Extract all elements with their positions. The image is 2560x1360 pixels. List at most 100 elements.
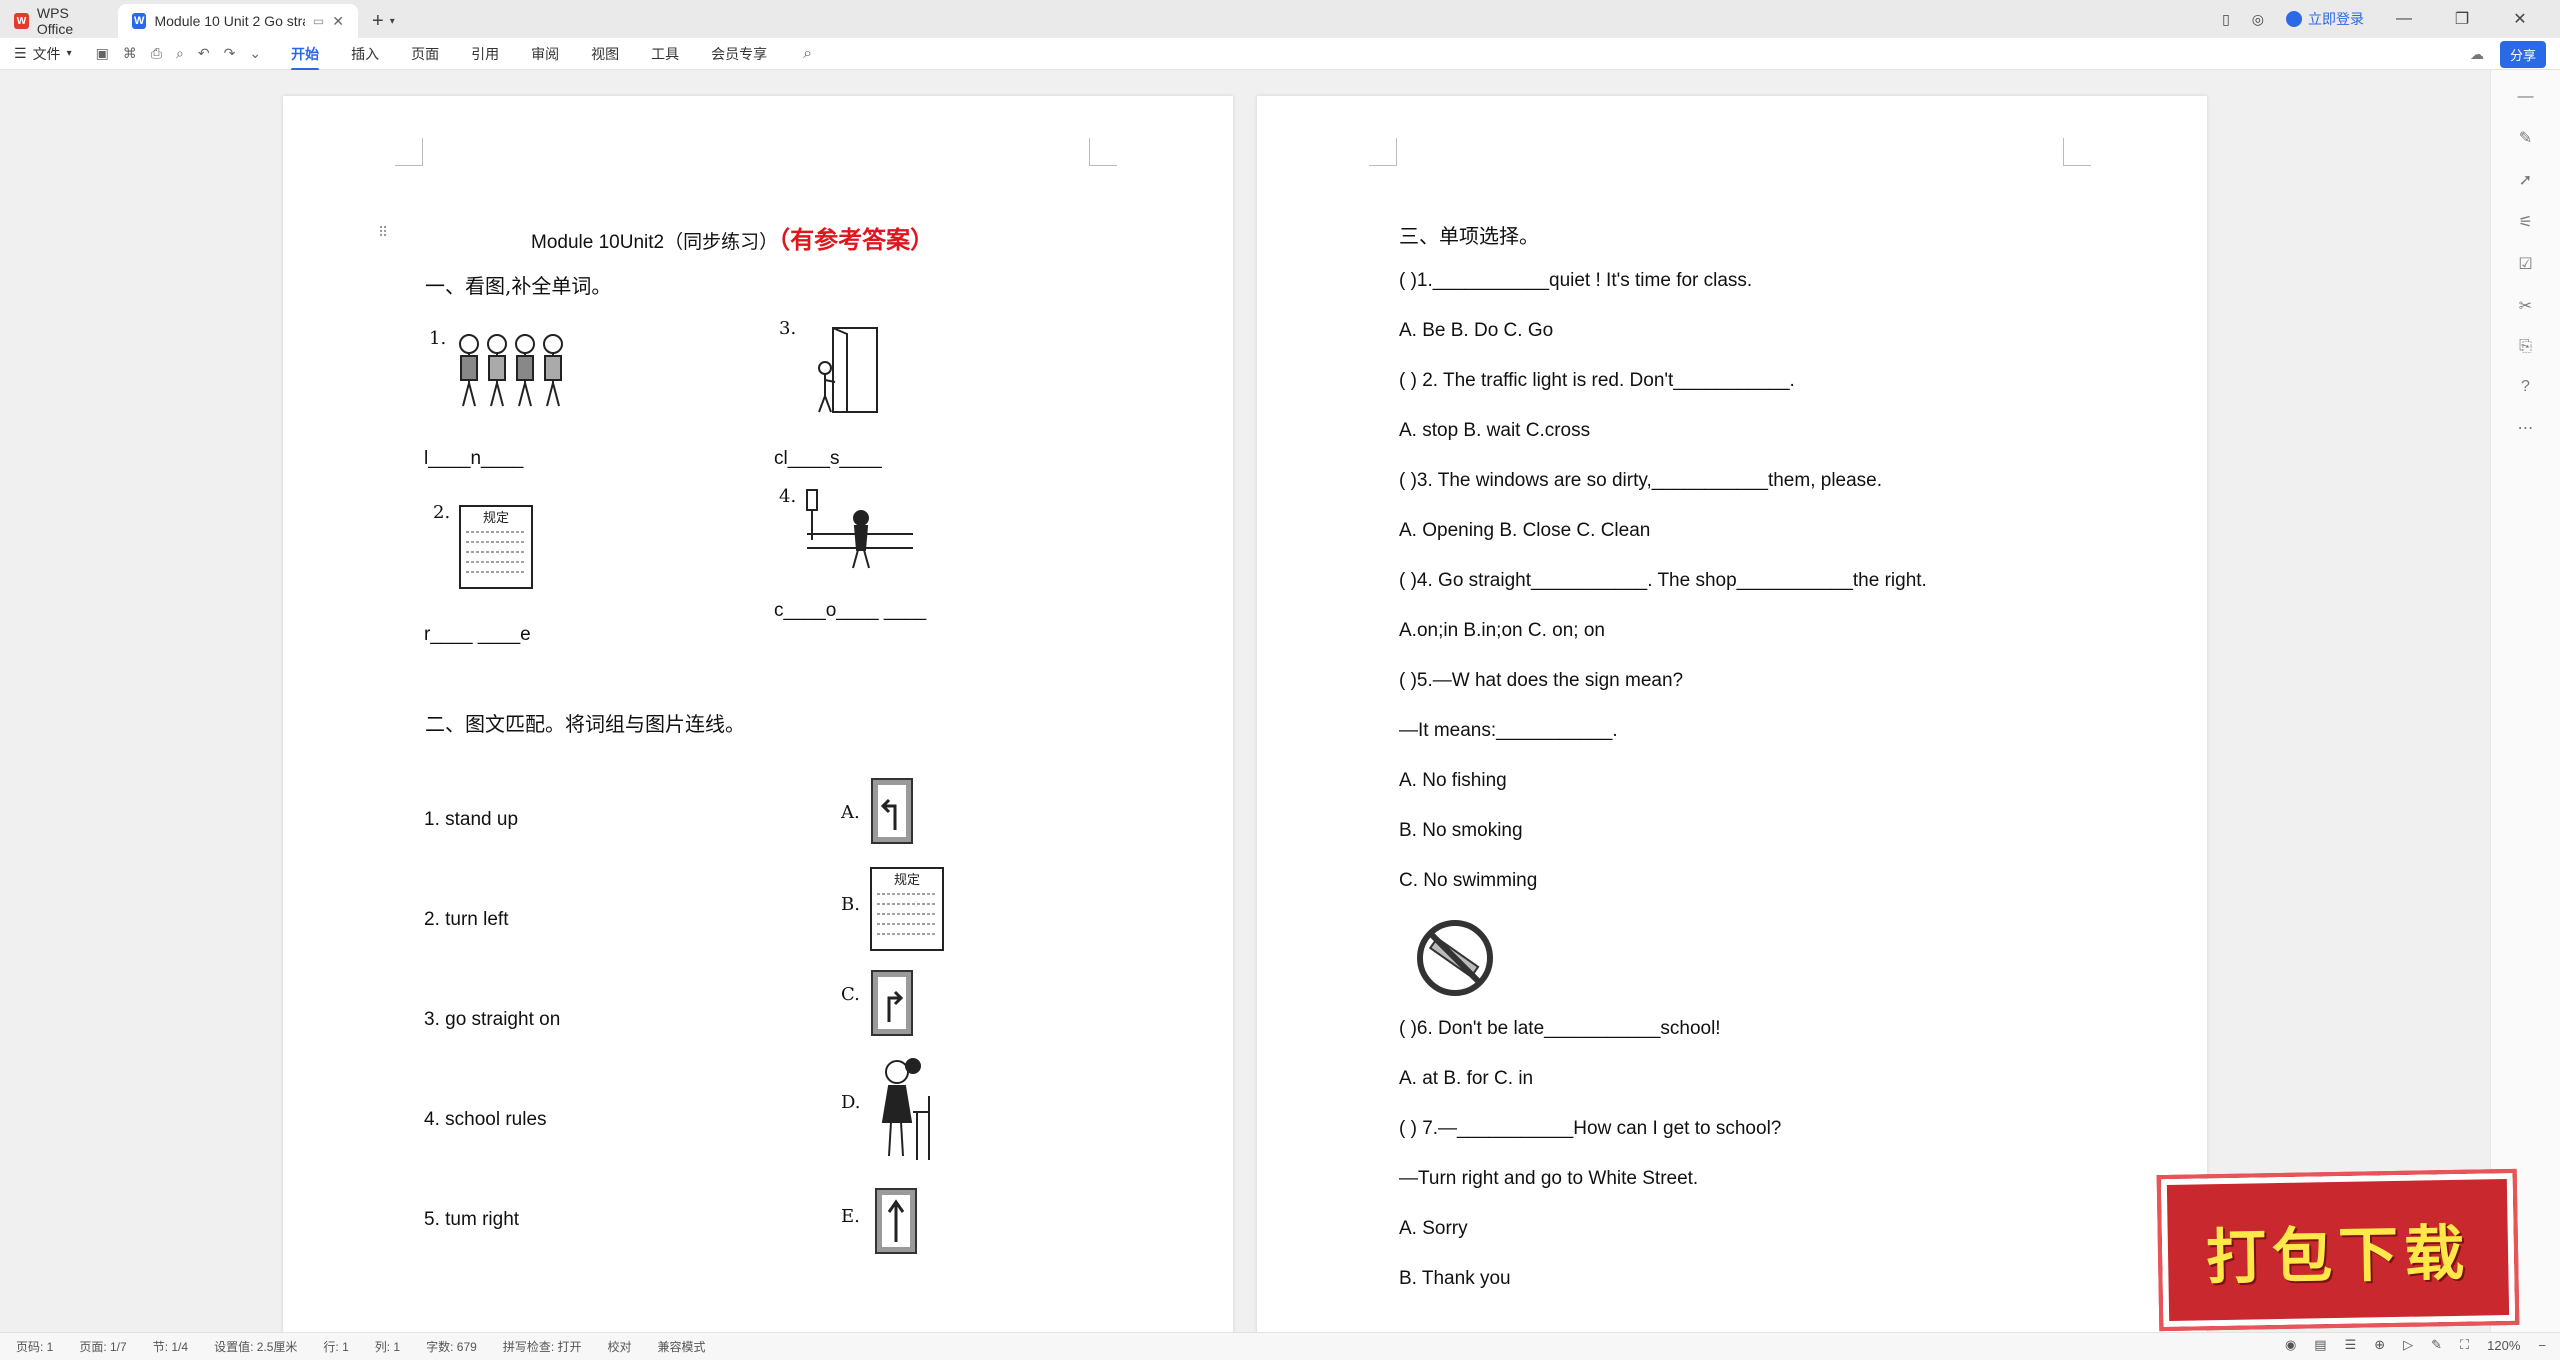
status-proofread[interactable]: 校对 (607, 1338, 631, 1355)
tab-review[interactable]: 审阅 (531, 40, 559, 68)
tools-icon[interactable]: ✂ (2519, 296, 2532, 316)
web-view-icon[interactable]: ⊕ (2374, 1337, 2385, 1353)
document-page-2[interactable]: 三、单项选择。 ( )1.___________quiet ! It's tim… (1257, 96, 2207, 1336)
option-e-label: E. (841, 1206, 860, 1227)
question-2: ( ) 2. The traffic light is red. Don't__… (1399, 370, 1795, 391)
login-button[interactable]: 立即登录 (2286, 9, 2364, 29)
cloud-icon[interactable]: ☁ (2470, 46, 2484, 63)
tab-view[interactable]: 视图 (591, 40, 619, 68)
cube-icon[interactable]: ◎ (2252, 11, 2264, 28)
save-icon[interactable]: ▣ (96, 45, 109, 62)
tab-tools[interactable]: 工具 (651, 40, 679, 68)
question-5: ( )5.—W hat does the sign mean? (1399, 670, 1684, 691)
tab-insert[interactable]: 插入 (351, 40, 379, 68)
search-icon[interactable]: ⌕ (803, 45, 812, 63)
document-tab-label: Module 10 Unit 2 Go straig (154, 13, 305, 29)
phrase-4: 4. school rules (424, 1109, 547, 1130)
drag-handle-icon[interactable]: ⠿ (378, 224, 388, 241)
phrase-1: 1. stand up (424, 809, 519, 830)
document-page-1[interactable]: ⠿ Module 10Unit2（同步练习）（有参考答案） 一、看图,补全单词。… (283, 96, 1233, 1336)
tab-references[interactable]: 引用 (471, 40, 499, 68)
question-5-option-c: C. No swimming (1399, 870, 1538, 891)
close-tab-icon[interactable]: ✕ (332, 13, 344, 30)
question-4-options: A.on;in B.in;on C. on; on (1399, 620, 1605, 641)
question-5-option-a: A. No fishing (1399, 770, 1507, 791)
margin-corner-mark (2063, 138, 2091, 166)
rules-sheet-image: 规定 (459, 505, 533, 589)
file-menu[interactable]: ☰ 文件 ▾ (14, 44, 72, 64)
status-word-count[interactable]: 字数: 679 (426, 1338, 477, 1355)
status-spell-check[interactable]: 拼写检查: 打开 (503, 1338, 582, 1355)
tab-home[interactable]: 开始 (291, 40, 320, 71)
question-7: ( ) 7.—___________How can I get to schoo… (1399, 1118, 1782, 1139)
monitor-icon[interactable]: ▭ (313, 14, 324, 28)
status-setting-value[interactable]: 设置值: 2.5厘米 (214, 1338, 297, 1355)
app-tab-label: WPS Office (36, 5, 74, 37)
girl-standing-up-image (881, 1058, 930, 1160)
minimize-button[interactable]: — (2386, 10, 2422, 28)
book-icon[interactable]: ⎘ (2519, 338, 2532, 356)
zoom-out-icon[interactable]: − (2538, 1338, 2546, 1353)
question-1-options: A. Be B. Do C. Go (1399, 320, 1554, 341)
download-banner[interactable]: 打包下载 (2156, 1168, 2520, 1332)
new-tab-button[interactable]: + ▾ (372, 4, 395, 38)
redo-icon[interactable]: ↷ (224, 45, 236, 62)
print-icon[interactable]: ⎙ (151, 45, 162, 62)
picture-number-2: 2. (433, 502, 451, 523)
plus-icon: + (372, 9, 384, 32)
restore-button[interactable]: ❐ (2444, 9, 2480, 29)
margin-corner-mark (395, 138, 423, 166)
phrase-5: 5. tum right (424, 1209, 520, 1230)
phrase-2: 2. turn left (424, 909, 509, 930)
status-page-count[interactable]: 页面: 1/7 (79, 1338, 126, 1355)
page-title-answer: （有参考答案） (778, 225, 935, 254)
go-straight-sign-image (875, 1188, 917, 1254)
word-blank-3: cl____s____ (774, 448, 882, 469)
undo-icon[interactable]: ↶ (198, 45, 210, 62)
status-row[interactable]: 行: 1 (323, 1338, 348, 1355)
word-blank-2: r____ ____e (424, 624, 531, 645)
question-3: ( )3. The windows are so dirty,_________… (1399, 470, 1883, 491)
door-image (818, 327, 878, 413)
ribbon: ☰ 文件 ▾ ▣ ⌘ ⎙ ⌕ ↶ ↷ ⌄ 开始 插入 页面 引用 审阅 视图 工… (0, 38, 2560, 71)
status-column[interactable]: 列: 1 (375, 1338, 400, 1355)
close-window-button[interactable]: ✕ (2502, 9, 2538, 29)
question-7-option-a: A. Sorry (1399, 1218, 1468, 1239)
play-icon[interactable]: ▷ (2403, 1337, 2413, 1353)
tab-member[interactable]: 会员专享 (711, 40, 767, 68)
link-icon[interactable]: ⌘ (123, 45, 137, 62)
outline-view-icon[interactable]: ☰ (2345, 1337, 2357, 1353)
document-tab[interactable]: W Module 10 Unit 2 Go straig ▭ ✕ (118, 4, 358, 38)
word-blank-1: l____n____ (424, 448, 524, 469)
document-check-icon[interactable]: ☑ (2518, 254, 2532, 274)
pen-icon[interactable]: ✎ (2519, 128, 2532, 148)
status-page-number[interactable]: 页码: 1 (16, 1338, 53, 1355)
layout-icon[interactable]: ▯ (2222, 11, 2230, 28)
zoom-level[interactable]: 120% (2487, 1338, 2520, 1353)
select-icon[interactable]: ➚ (2519, 170, 2532, 190)
question-6: ( )6. Don't be late___________school! (1399, 1018, 1721, 1039)
collapse-icon[interactable]: — (2518, 88, 2534, 106)
preview-icon[interactable]: ⌕ (176, 45, 184, 62)
question-3-options: A. Opening B. Close C. Clean (1399, 520, 1651, 541)
document-workspace[interactable]: ⠿ Module 10Unit2（同步练习）（有参考答案） 一、看图,补全单词。… (0, 70, 2490, 1336)
picture-number-3: 3. (779, 318, 797, 339)
status-section[interactable]: 节: 1/4 (153, 1338, 188, 1355)
tab-page[interactable]: 页面 (411, 40, 439, 68)
app-tab[interactable]: W WPS Office (0, 4, 118, 38)
status-compat-mode[interactable]: 兼容模式 (658, 1338, 706, 1355)
help-icon[interactable]: ? (2521, 378, 2530, 396)
more-icon[interactable]: ⋯ (2518, 418, 2534, 438)
section-3-heading: 三、单项选择。 (1399, 224, 1539, 248)
fit-icon[interactable]: ⛶ (2460, 1337, 2469, 1353)
page-view-icon[interactable]: ▤ (2314, 1337, 2326, 1353)
share-button[interactable]: 分享 (2499, 41, 2546, 68)
section-1-heading: 一、看图,补全单词。 (425, 274, 612, 298)
more-chevron-icon[interactable]: ⌄ (249, 45, 261, 62)
adjust-icon[interactable]: ⚟ (2518, 212, 2532, 232)
avatar-icon (2286, 11, 2302, 27)
page-title-main: Module 10Unit2（同步练习） (531, 232, 779, 253)
hamburger-icon: ☰ (14, 45, 27, 61)
eye-icon[interactable]: ◉ (2285, 1337, 2296, 1353)
edit-icon[interactable]: ✎ (2431, 1337, 2442, 1353)
